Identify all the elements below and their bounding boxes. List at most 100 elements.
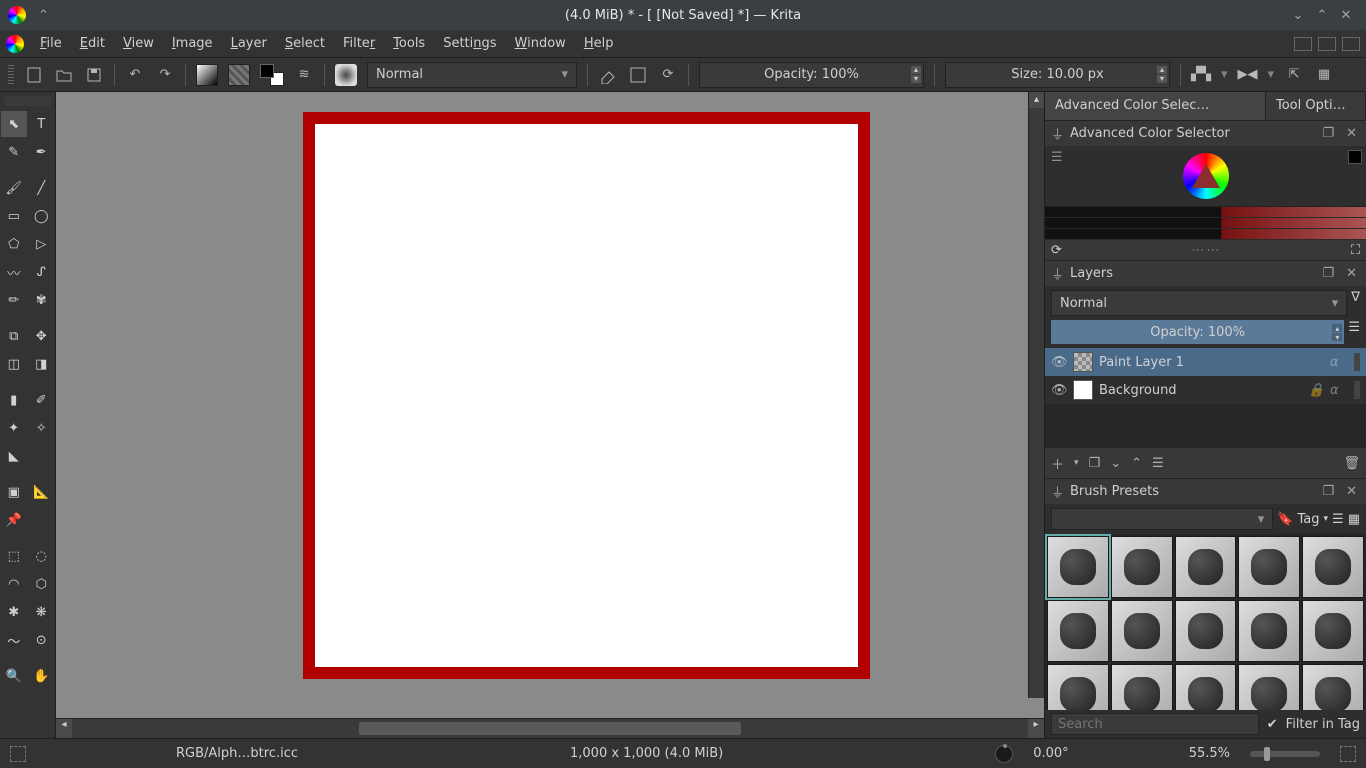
add-layer-button[interactable]: ＋ xyxy=(1051,454,1064,473)
layer-blend-dropdown[interactable]: Normal ▾ xyxy=(1051,290,1347,316)
workspace-button[interactable]: ▦ xyxy=(1314,65,1334,85)
close-panel-icon[interactable]: ✕ xyxy=(1343,126,1360,141)
color-swatch[interactable] xyxy=(1348,150,1362,164)
close-panel-icon[interactable]: ✕ xyxy=(1343,266,1360,281)
pan-tool[interactable]: ✋ xyxy=(29,663,55,689)
tab-tool-options[interactable]: Tool Opti… xyxy=(1266,92,1366,120)
alpha-icon[interactable]: α xyxy=(1330,355,1346,370)
expand-icon[interactable]: ⛶ xyxy=(1351,243,1360,258)
brush-preset[interactable] xyxy=(1047,536,1109,598)
chevron-down-icon[interactable]: ▾ xyxy=(1074,458,1079,468)
close-button[interactable]: ✕ xyxy=(1334,8,1358,23)
brush-preset[interactable] xyxy=(1302,600,1364,662)
opacity-up[interactable]: ▴ xyxy=(911,66,921,74)
rect-select-tool[interactable]: ⬚ xyxy=(1,543,27,569)
scroll-right-icon[interactable]: ▸ xyxy=(1028,719,1044,738)
visibility-icon[interactable]: 👁 xyxy=(1051,383,1067,398)
workspace-icon-2[interactable] xyxy=(1318,37,1336,51)
save-file-button[interactable] xyxy=(84,65,104,85)
scroll-left-icon[interactable]: ◂ xyxy=(56,719,72,738)
layer-item[interactable]: 👁 Background 🔒 α xyxy=(1045,376,1366,404)
chevron-down-icon[interactable]: ▾ xyxy=(1221,67,1228,82)
polygon-tool[interactable]: ⬠ xyxy=(1,231,27,257)
blend-mode-dropdown[interactable]: Normal ▾ xyxy=(367,62,577,88)
lock-icon[interactable]: ⏚ xyxy=(1051,124,1064,143)
redo-button[interactable]: ↷ xyxy=(155,65,175,85)
layer-item[interactable]: 👁 Paint Layer 1 α xyxy=(1045,348,1366,376)
rect-tool[interactable]: ▭ xyxy=(1,203,27,229)
wrap-button[interactable]: ⇱ xyxy=(1284,65,1304,85)
close-panel-icon[interactable]: ✕ xyxy=(1343,484,1360,499)
vertical-scrollbar[interactable]: ▴ xyxy=(1028,92,1044,698)
ellipse-select-tool[interactable]: ◌ xyxy=(29,543,55,569)
free-transform-tool[interactable]: ◨ xyxy=(29,351,55,377)
mirror-h-button[interactable]: ▞▚ xyxy=(1191,65,1211,85)
lock-icon[interactable]: ⏚ xyxy=(1051,482,1064,501)
menu-filter[interactable]: Filter xyxy=(335,32,383,55)
menu-tools[interactable]: Tools xyxy=(385,32,433,55)
reload-preset-button[interactable]: ⟳ xyxy=(658,65,678,85)
assistant-tool[interactable]: ▣ xyxy=(1,479,27,505)
preset-search-input[interactable] xyxy=(1051,713,1259,735)
new-file-button[interactable] xyxy=(24,65,44,85)
color-picker-tool[interactable]: ✐ xyxy=(29,387,55,413)
brush-preset[interactable] xyxy=(1238,536,1300,598)
tag-icon[interactable]: 🔖 xyxy=(1277,512,1293,527)
canvas[interactable] xyxy=(303,112,870,679)
freehand-select-tool[interactable]: ◠ xyxy=(1,571,27,597)
calligraphy-tool[interactable]: ✒ xyxy=(29,139,55,165)
brush-preset[interactable] xyxy=(1111,664,1173,710)
edit-shapes-tool[interactable]: ✎ xyxy=(1,139,27,165)
size-down[interactable]: ▾ xyxy=(1157,75,1167,83)
panel-drag-handle[interactable]: ⋯⋯ xyxy=(1068,243,1345,258)
canvas-viewport[interactable]: ▴ xyxy=(56,92,1044,718)
bezier-select-tool[interactable]: 〜 xyxy=(1,627,27,653)
layer-settings-icon[interactable]: ☰ xyxy=(1348,320,1360,344)
lock-icon[interactable]: 🔒 xyxy=(1308,383,1324,398)
opacity-down[interactable]: ▾ xyxy=(911,75,921,83)
brush-settings-icon[interactable]: ≋ xyxy=(294,65,314,85)
brush-preset[interactable] xyxy=(1175,664,1237,710)
pattern-edit-tool[interactable] xyxy=(29,443,55,469)
similar-select-tool[interactable]: ❋ xyxy=(29,599,55,625)
horizontal-scrollbar[interactable]: ◂ ▸ xyxy=(56,718,1044,738)
tab-color-selector[interactable]: Advanced Color Selec… xyxy=(1045,92,1266,120)
maximize-button[interactable]: ⌃ xyxy=(1310,8,1334,23)
ellipse-tool[interactable]: ◯ xyxy=(29,203,55,229)
float-panel-icon[interactable]: ❐ xyxy=(1319,126,1337,141)
menu-help[interactable]: Help xyxy=(576,32,622,55)
pin-icon[interactable]: ⌃ xyxy=(38,8,49,23)
zoom-slider[interactable] xyxy=(1250,751,1320,757)
menu-view[interactable]: View xyxy=(115,32,162,55)
size-up[interactable]: ▴ xyxy=(1157,66,1167,74)
delete-layer-button[interactable]: 🗑 xyxy=(1343,456,1360,471)
polyline-tool[interactable]: ▷ xyxy=(29,231,55,257)
brush-preset[interactable] xyxy=(1175,536,1237,598)
lock-icon[interactable]: ⏚ xyxy=(1051,264,1064,283)
bezier-tool[interactable]: 〰 xyxy=(1,259,27,285)
reference-tool[interactable]: 📌 xyxy=(1,507,27,533)
menu-select[interactable]: Select xyxy=(277,32,333,55)
size-slider[interactable]: Size: 10.00 px ▴▾ xyxy=(945,62,1170,88)
visibility-icon[interactable]: 👁 xyxy=(1051,355,1067,370)
selection-mask-icon[interactable] xyxy=(10,746,26,762)
toolbox-handle[interactable] xyxy=(4,96,51,106)
color-wheel[interactable] xyxy=(1183,153,1229,199)
layer-opacity-slider[interactable]: Opacity: 100% ▴▾ xyxy=(1051,320,1344,344)
menu-image[interactable]: Image xyxy=(164,32,221,55)
brush-preset[interactable] xyxy=(1111,600,1173,662)
menu-settings[interactable]: Settings xyxy=(435,32,504,55)
brush-preset[interactable] xyxy=(1238,664,1300,710)
brush-preset[interactable] xyxy=(1111,536,1173,598)
list-view-icon[interactable]: ☰ xyxy=(1332,512,1344,527)
poly-select-tool[interactable]: ⬡ xyxy=(29,571,55,597)
color-history[interactable] xyxy=(1045,206,1366,240)
menu-window[interactable]: Window xyxy=(507,32,574,55)
transform-tool[interactable]: ⬉ xyxy=(1,111,27,137)
mirror-v-button[interactable]: ▶◀ xyxy=(1238,65,1258,85)
gradient-swatch[interactable] xyxy=(196,64,218,86)
float-panel-icon[interactable]: ❐ xyxy=(1319,484,1337,499)
zoom-tool[interactable]: 🔍 xyxy=(1,663,27,689)
brush-preset[interactable] xyxy=(1047,664,1109,710)
float-panel-icon[interactable]: ❐ xyxy=(1319,266,1337,281)
